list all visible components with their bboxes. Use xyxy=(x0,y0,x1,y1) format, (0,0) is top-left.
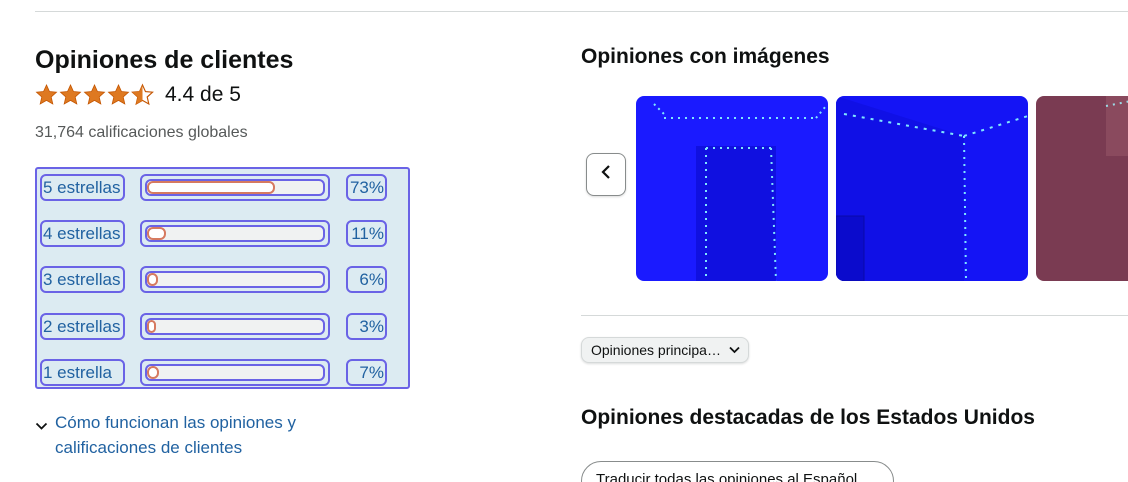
histogram-track xyxy=(145,271,325,288)
histogram-row[interactable]: 4 estrellas 11% xyxy=(40,220,387,247)
star-full-icon xyxy=(107,83,130,107)
histogram-star-label[interactable]: 3 estrellas xyxy=(40,266,125,293)
histogram-percent[interactable]: 3% xyxy=(346,313,387,340)
review-image-thumbnail[interactable] xyxy=(836,96,1028,281)
section-divider xyxy=(581,315,1128,316)
images-section-title: Opiniones con imágenes xyxy=(581,45,830,68)
histogram-percent[interactable]: 73% xyxy=(346,174,387,201)
histogram-track xyxy=(145,225,325,242)
histogram-row[interactable]: 3 estrellas 6% xyxy=(40,266,387,293)
chevron-left-icon xyxy=(600,164,612,185)
sort-selected-value: Opiniones principa… xyxy=(591,342,721,358)
histogram-percent[interactable]: 7% xyxy=(346,359,387,386)
histogram-star-label[interactable]: 2 estrellas xyxy=(40,313,125,340)
star-half-icon xyxy=(131,83,154,107)
histogram-percent[interactable]: 11% xyxy=(346,220,387,247)
rating-value-text: 4.4 de 5 xyxy=(165,83,241,106)
histogram-fill xyxy=(147,181,276,194)
histogram-row[interactable]: 1 estrella 7% xyxy=(40,359,387,386)
chevron-down-icon xyxy=(35,410,55,460)
customer-reviews-page: Opiniones de clientes 4.4 de 5 31,764 ca… xyxy=(0,0,1128,482)
histogram-track xyxy=(145,318,325,335)
top-divider xyxy=(35,11,1128,12)
histogram-fill xyxy=(147,320,156,333)
histogram-bar[interactable] xyxy=(140,359,330,386)
histogram-bar[interactable] xyxy=(140,266,330,293)
histogram-star-label[interactable]: 1 estrella xyxy=(40,359,125,386)
histogram-row[interactable]: 2 estrellas 3% xyxy=(40,313,387,340)
translate-reviews-button[interactable]: Traducir todas las opiniones al Español xyxy=(581,461,894,482)
rating-histogram: 5 estrellas 73% 4 estrellas 11% 3 estrel… xyxy=(35,167,410,389)
histogram-row[interactable]: 5 estrellas 73% xyxy=(40,174,387,201)
global-ratings-count: 31,764 calificaciones globales xyxy=(35,124,248,141)
histogram-track xyxy=(145,179,325,196)
histogram-star-label[interactable]: 5 estrellas xyxy=(40,174,125,201)
star-full-icon xyxy=(35,83,58,107)
histogram-bar[interactable] xyxy=(140,220,330,247)
star-full-icon xyxy=(59,83,82,107)
histogram-bar[interactable] xyxy=(140,313,330,340)
histogram-fill xyxy=(147,366,160,379)
featured-reviews-title: Opiniones destacadas de los Estados Unid… xyxy=(581,406,1035,429)
histogram-fill xyxy=(147,227,167,240)
star-rating xyxy=(35,83,154,107)
average-rating[interactable]: 4.4 de 5 xyxy=(35,83,241,107)
reviews-heading: Opiniones de clientes xyxy=(35,46,294,74)
sort-reviews-dropdown[interactable]: Opiniones principa… xyxy=(581,337,749,363)
how-reviews-work-link[interactable]: Cómo funcionan las opiniones y calificac… xyxy=(55,410,355,460)
histogram-track xyxy=(145,364,325,381)
chevron-down-icon xyxy=(729,346,740,354)
carousel-prev-button[interactable] xyxy=(586,153,626,196)
review-image-thumbnail[interactable] xyxy=(1036,96,1128,281)
how-reviews-work-toggle[interactable]: Cómo funcionan las opiniones y calificac… xyxy=(35,410,355,460)
histogram-star-label[interactable]: 4 estrellas xyxy=(40,220,125,247)
histogram-bar[interactable] xyxy=(140,174,330,201)
histogram-fill xyxy=(147,273,158,286)
histogram-percent[interactable]: 6% xyxy=(346,266,387,293)
star-full-icon xyxy=(83,83,106,107)
review-image-thumbnail[interactable] xyxy=(636,96,828,281)
